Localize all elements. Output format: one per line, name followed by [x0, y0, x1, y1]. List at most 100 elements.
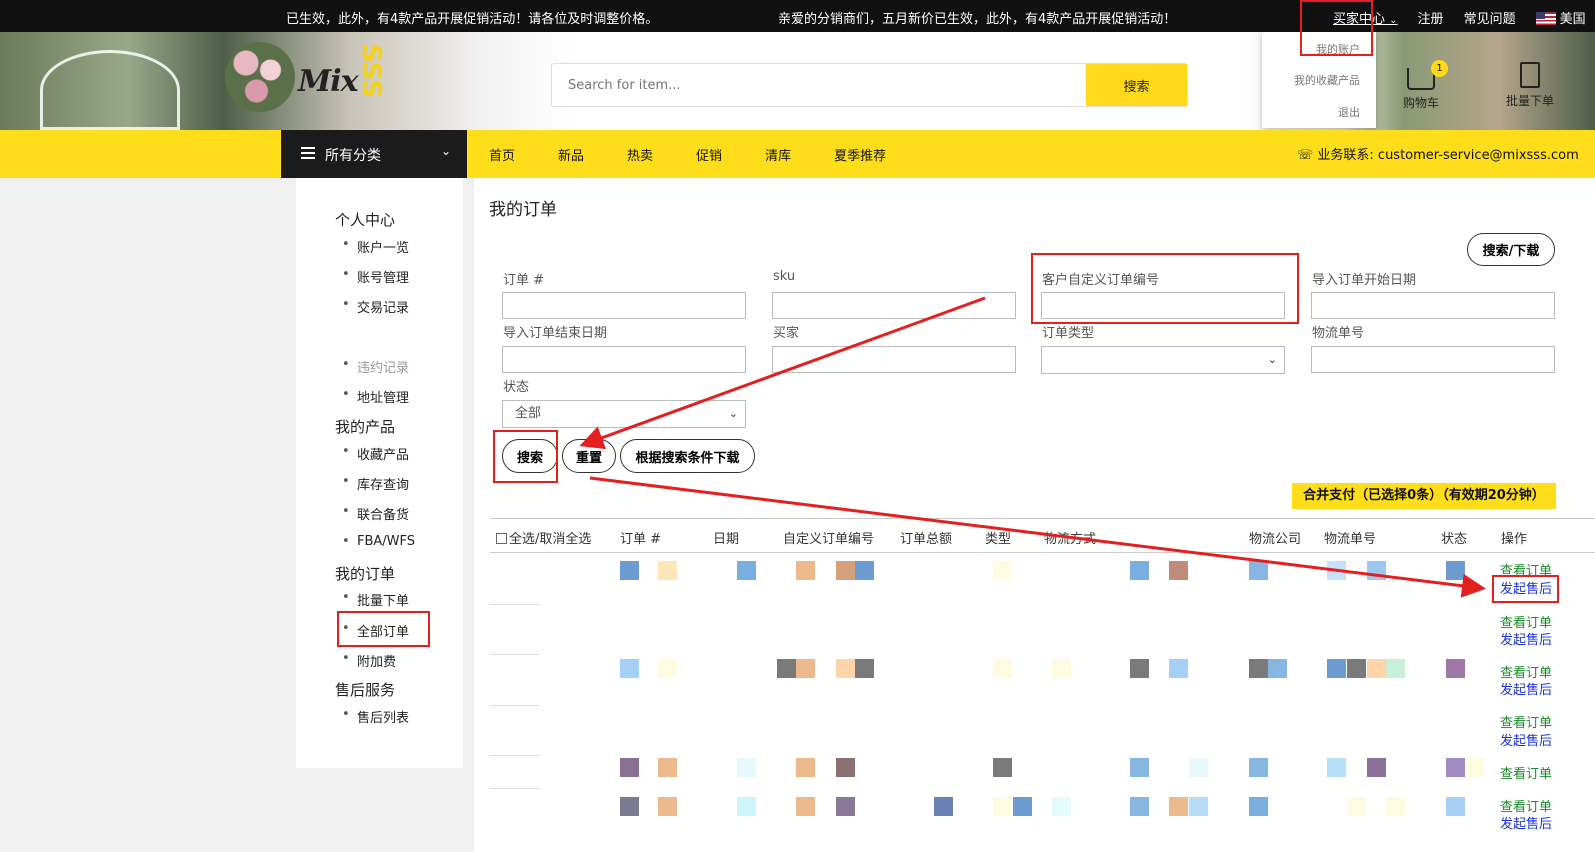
register-link[interactable]: 注册: [1418, 8, 1444, 27]
th-type: 类型: [985, 532, 1012, 547]
redacted-cell: [1052, 659, 1071, 678]
view-order-link[interactable]: 查看订单: [1500, 763, 1552, 782]
sidebar-item-account-manage[interactable]: 账号管理: [342, 267, 409, 286]
chevron-down-icon: ⌄: [728, 407, 738, 420]
redacted-cell: [1130, 659, 1149, 678]
select-all-checkbox[interactable]: 全选/取消全选: [496, 528, 591, 547]
sidebar-item-fba[interactable]: FBA/WFS: [342, 534, 415, 549]
after-sale-link[interactable]: 发起售后: [1500, 629, 1552, 648]
sidebar-item-address[interactable]: 地址管理: [342, 387, 409, 406]
import-start-input[interactable]: [1311, 292, 1555, 319]
buyer-input[interactable]: [772, 346, 1016, 373]
contact-text: 业务联系: customer-service@mixsss.com: [1317, 148, 1579, 163]
sidebar-item-favorites[interactable]: 收藏产品: [342, 444, 409, 463]
nav-promo[interactable]: 促销: [696, 145, 722, 164]
nav-clearance[interactable]: 清库: [765, 145, 791, 164]
site-logo[interactable]: Mix: [298, 64, 358, 99]
region-selector[interactable]: 美国: [1535, 8, 1586, 27]
sidebar-item-joint-stock[interactable]: 联合备货: [342, 504, 409, 523]
redacted-cell: [1189, 758, 1208, 777]
sidebar-heading-products: 我的产品: [335, 418, 396, 436]
upload-icon: [1520, 62, 1540, 88]
redacted-cell: [1386, 659, 1405, 678]
select-all-label: 全选/取消全选: [509, 532, 592, 547]
redacted-cell: [1013, 797, 1032, 816]
all-categories-button[interactable]: 所有分类 ⌄: [281, 130, 467, 178]
tracking-no-label: 物流单号: [1312, 326, 1365, 341]
download-by-filter-button[interactable]: 根据搜索条件下载: [620, 439, 755, 473]
faq-link[interactable]: 常见问题: [1464, 8, 1516, 27]
after-sale-link[interactable]: 发起售后: [1500, 813, 1552, 832]
redacted-cell: [1169, 797, 1188, 816]
nav-links: 首页 新品 热卖 促销 清库 夏季推荐: [489, 145, 929, 164]
redacted-cell: [1052, 797, 1071, 816]
status-select-value: 全部: [515, 406, 542, 421]
redacted-cell: [796, 659, 815, 678]
redacted-cell: [796, 758, 815, 777]
sidebar-item-after-sales-list[interactable]: 售后列表: [342, 707, 409, 726]
view-order-link[interactable]: 查看订单: [1500, 712, 1552, 731]
sidebar-item-violations[interactable]: 违约记录: [342, 357, 409, 376]
import-end-label: 导入订单结束日期: [503, 326, 608, 341]
th-shipping-method: 物流方式: [1044, 532, 1097, 547]
cart-count-badge: 1: [1431, 60, 1448, 77]
annotation-box-buyer-center: [1300, 0, 1373, 56]
th-custom-no: 自定义订单编号: [783, 532, 875, 547]
import-end-input[interactable]: [502, 346, 746, 373]
notice-text-right: 亲爱的分销商们，五月新价已生效，此外，有4款产品开展促销活动！: [778, 12, 1177, 27]
order-type-select[interactable]: ⌄: [1041, 346, 1285, 374]
favorites-link[interactable]: 我的收藏产品: [1294, 72, 1360, 88]
sidebar-item-inventory[interactable]: 库存查询: [342, 474, 409, 493]
chevron-down-icon: ⌄: [1389, 15, 1398, 26]
flowers-image: [225, 42, 295, 112]
annotation-box-all-orders: [337, 611, 430, 647]
batch-order-button[interactable]: 批量下单: [1502, 62, 1558, 122]
search-box: 搜索: [551, 63, 1188, 107]
after-sale-link[interactable]: 发起售后: [1500, 730, 1552, 749]
redacted-cell: [1327, 659, 1346, 678]
after-sale-link[interactable]: 发起售后: [1500, 679, 1552, 698]
order-no-input[interactable]: [502, 292, 746, 319]
redacted-cell: [934, 797, 953, 816]
redacted-cell: [1268, 659, 1287, 678]
nav-new[interactable]: 新品: [558, 145, 584, 164]
redacted-cell: [855, 561, 874, 580]
merge-pay-button[interactable]: 合并支付（已选择0条）（有效期20分钟）: [1292, 483, 1556, 509]
redacted-cell: [1327, 758, 1346, 777]
redacted-cell: [1130, 758, 1149, 777]
notice-text-left: 已生效，此外，有4款产品开展促销活动！请各位及时调整价格。: [286, 12, 659, 27]
annotation-box-custom-order-no: [1031, 253, 1299, 324]
sidebar-item-account-overview[interactable]: 账户一览: [342, 237, 409, 256]
row-divider: [490, 755, 540, 756]
account-sidebar: 个人中心 账户一览 账号管理 交易记录 违约记录 地址管理 我的产品 收藏产品 …: [296, 178, 463, 768]
tracking-no-input[interactable]: [1311, 346, 1555, 373]
sidebar-item-batch-order[interactable]: 批量下单: [342, 590, 409, 609]
sidebar-item-surcharge[interactable]: 附加费: [342, 651, 396, 670]
site-logo-accent: SSS: [356, 44, 386, 101]
region-label: 美国: [1559, 12, 1586, 27]
nav-hot[interactable]: 热卖: [627, 145, 653, 164]
contact-info: ☏ 业务联系: customer-service@mixsss.com: [1297, 144, 1579, 163]
redacted-cell: [620, 561, 639, 580]
sku-label: sku: [773, 269, 796, 284]
search-download-button[interactable]: 搜索/下载: [1467, 233, 1555, 266]
chevron-down-icon: ⌄: [1267, 353, 1277, 366]
import-start-label: 导入订单开始日期: [1312, 273, 1417, 288]
search-button[interactable]: 搜索: [1086, 64, 1187, 106]
checkbox-icon: [496, 533, 507, 544]
search-input[interactable]: [552, 64, 1088, 106]
logout-link[interactable]: 退出: [1338, 104, 1360, 120]
status-select[interactable]: 全部 ⌄: [502, 400, 746, 428]
redacted-cell: [1367, 659, 1386, 678]
nav-home[interactable]: 首页: [489, 145, 515, 164]
sidebar-heading-orders: 我的订单: [335, 565, 396, 583]
redacted-cell: [836, 758, 855, 777]
redacted-cell: [1327, 561, 1346, 580]
page-title: 我的订单: [489, 200, 557, 220]
redacted-cell: [1130, 797, 1149, 816]
reset-button[interactable]: 重置: [562, 439, 616, 473]
sku-input[interactable]: [772, 292, 1016, 319]
nav-summer[interactable]: 夏季推荐: [834, 145, 886, 164]
sidebar-item-transactions[interactable]: 交易记录: [342, 297, 409, 316]
order-no-label: 订单 #: [503, 273, 545, 288]
